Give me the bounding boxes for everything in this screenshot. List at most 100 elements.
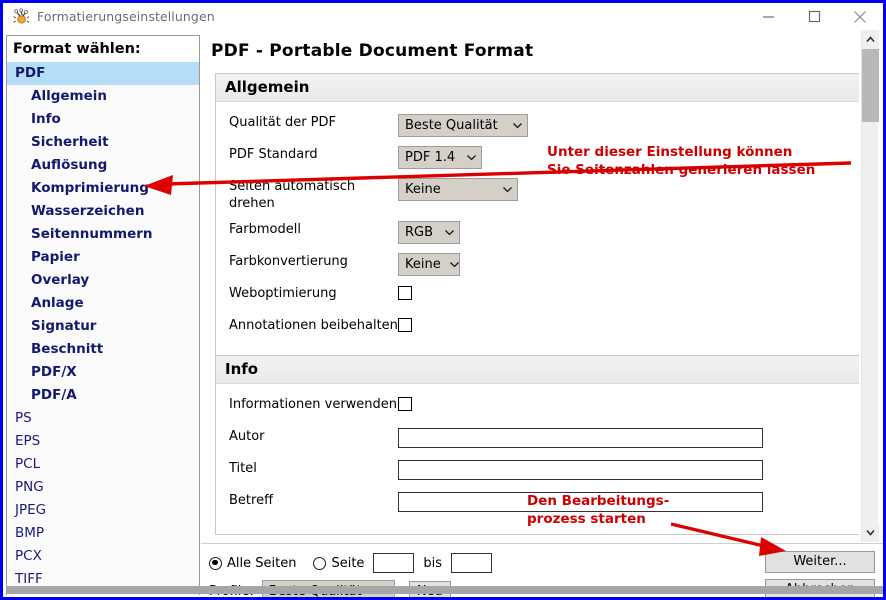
setting-row: Autor	[216, 428, 859, 451]
chevron-down-icon	[512, 120, 523, 131]
select-farbkonvertierung[interactable]: Keine	[398, 253, 460, 276]
checkbox-annotationen-beibehalten[interactable]	[398, 318, 412, 332]
sidebar-item-label: Papier	[31, 249, 80, 265]
sidebar-item-ps[interactable]: PS	[7, 407, 199, 430]
close-icon[interactable]	[837, 3, 883, 30]
chevron-down-icon[interactable]	[862, 523, 879, 542]
next-button[interactable]: Weiter...	[765, 551, 875, 573]
page-between-label: bis	[423, 555, 443, 571]
radio-page-range-label: Seite	[331, 555, 365, 571]
annotation-note2-line1: Den Bearbeitungs-	[527, 493, 670, 509]
sidebar-item-label: JPEG	[15, 502, 47, 518]
sidebar-item-sicherheit[interactable]: Sicherheit	[7, 131, 199, 154]
setting-label: Autor	[229, 429, 265, 444]
settings-window: Formatierungseinstellungen Format wählen…	[0, 0, 886, 600]
sidebar-item-papier[interactable]: Papier	[7, 246, 199, 269]
select-value: Keine	[405, 182, 441, 197]
sidebar-item-pcx[interactable]: PCX	[7, 545, 199, 568]
annotation-note1-line1: Unter dieser Einstellung können	[547, 144, 793, 160]
bug-icon	[12, 7, 30, 26]
window-title: Formatierungseinstellungen	[37, 9, 215, 24]
sidebar-item-anlage[interactable]: Anlage	[7, 292, 199, 315]
select-value: Beste Qualität	[405, 118, 498, 133]
sidebar-item-signatur[interactable]: Signatur	[7, 315, 199, 338]
sidebar-item-png[interactable]: PNG	[7, 476, 199, 499]
sidebar-item-beschnitt[interactable]: Beschnitt	[7, 338, 199, 361]
chevron-up-icon[interactable]	[862, 30, 879, 49]
settings-group-allgemein: Allgemein Qualität der PDF Beste Qualität P…	[215, 73, 859, 360]
vertical-scrollbar[interactable]	[861, 30, 879, 542]
page-to-input[interactable]	[451, 553, 493, 573]
sidebar-item-label: PCL	[15, 456, 41, 472]
sidebar-item-bmp[interactable]: BMP	[7, 522, 199, 545]
setting-label: Farbmodell	[229, 222, 301, 237]
radio-all-pages-label: Alle Seiten	[227, 555, 297, 571]
sidebar-item-label: BMP	[15, 525, 45, 541]
page-title: PDF - Portable Document Format	[211, 41, 534, 61]
chevron-down-icon	[449, 259, 460, 270]
sidebar-item-label: PNG	[15, 479, 44, 495]
sidebar-item-komprimierung[interactable]: Komprimierung	[7, 177, 199, 200]
setting-row: Informationen verwenden	[216, 396, 859, 419]
select-value: RGB	[405, 225, 434, 240]
radio-page-range[interactable]	[313, 556, 327, 570]
sidebar-item-label: Allgemein	[31, 88, 107, 104]
sidebar-item-pcl[interactable]: PCL	[7, 453, 199, 476]
setting-row: Farbmodell RGB	[216, 221, 859, 244]
sidebar-item-label: PDF	[15, 65, 46, 81]
sidebar-item-pdf[interactable]: PDF	[7, 62, 199, 85]
status-strip	[6, 586, 883, 594]
maximize-icon[interactable]	[791, 3, 837, 30]
sidebar-item-info[interactable]: Info	[7, 108, 199, 131]
format-list[interactable]: PDF Allgemein Info Sicherheit Auflösung Kompr…	[7, 62, 199, 595]
select-seiten-automatisch-drehen[interactable]: Keine	[398, 178, 518, 201]
sidebar-item-label: Beschnitt	[31, 341, 104, 357]
sidebar-item-wasserzeichen[interactable]: Wasserzeichen	[7, 200, 199, 223]
setting-label: Seiten automatisch drehen	[229, 179, 356, 211]
setting-label: Betreff	[229, 493, 274, 508]
chevron-down-icon	[502, 184, 513, 195]
checkbox-informationen-verwenden[interactable]	[398, 397, 412, 411]
sidebar-item-pdf-x[interactable]: PDF/X	[7, 361, 199, 384]
setting-row: Qualität der PDF Beste Qualität	[216, 114, 859, 137]
sidebar-item-overlay[interactable]: Overlay	[7, 269, 199, 292]
group-title: Info	[216, 356, 859, 384]
select-qualität-der-pdf[interactable]: Beste Qualität	[398, 114, 528, 137]
annotation-note1-line2: Sie Seitenzahlen generieren lassen	[547, 162, 816, 178]
sidebar-item-label: Info	[31, 111, 61, 127]
sidebar-item-allgemein[interactable]: Allgemein	[7, 85, 199, 108]
annotation-note2-line2: prozess starten	[527, 511, 646, 527]
input-titel[interactable]	[398, 460, 763, 480]
sidebar-item-label: PCX	[15, 548, 42, 564]
window-body: Format wählen: PDF Allgemein Info Sicherhei…	[3, 30, 883, 597]
scrollbar-thumb[interactable]	[862, 49, 879, 122]
sidebar-item-jpeg[interactable]: JPEG	[7, 499, 199, 522]
sidebar-item-label: EPS	[15, 433, 41, 449]
sidebar-title: Format wählen:	[7, 36, 199, 62]
setting-label: PDF Standard	[229, 147, 318, 162]
minimize-icon[interactable]	[745, 3, 791, 30]
setting-row: Annotationen beibehalten	[216, 317, 859, 340]
sidebar-item-eps[interactable]: EPS	[7, 430, 199, 453]
chevron-down-icon	[444, 227, 455, 238]
checkbox-weboptimierung[interactable]	[398, 286, 412, 300]
sidebar-item-label: PDF/A	[31, 387, 77, 403]
radio-all-pages[interactable]	[209, 556, 222, 570]
chevron-down-icon	[466, 152, 477, 163]
sidebar-item-label: Seitennummern	[31, 226, 153, 242]
sidebar-item-seitennummern[interactable]: Seitennummern	[7, 223, 199, 246]
page-from-input[interactable]	[373, 553, 415, 573]
sidebar-item-label: TIFF	[15, 571, 43, 587]
sidebar-item-label: Wasserzeichen	[31, 203, 145, 219]
setting-label: Annotationen beibehalten	[229, 318, 398, 333]
input-autor[interactable]	[398, 428, 763, 448]
select-farbmodell[interactable]: RGB	[398, 221, 460, 244]
select-pdf-standard[interactable]: PDF 1.4	[398, 146, 482, 169]
sidebar-item-pdf-a[interactable]: PDF/A	[7, 384, 199, 407]
sidebar-item-label: Overlay	[31, 272, 90, 288]
setting-label: Qualität der PDF	[229, 115, 337, 130]
window-controls	[745, 3, 883, 30]
title-bar: Formatierungseinstellungen	[3, 3, 883, 30]
sidebar-item-label: PS	[15, 410, 32, 426]
sidebar-item-aufl-sung[interactable]: Auflösung	[7, 154, 199, 177]
